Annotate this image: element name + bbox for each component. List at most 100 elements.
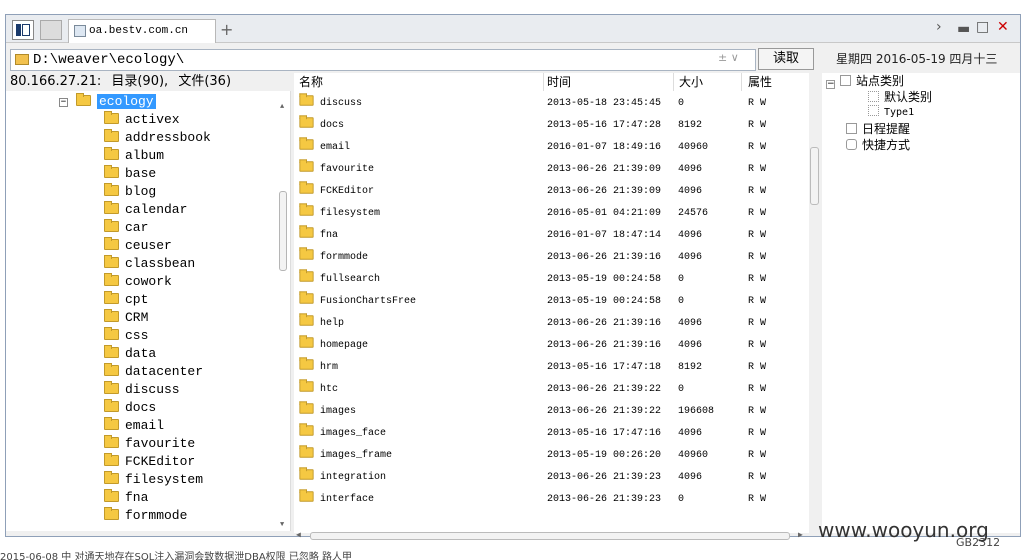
file-name: fna bbox=[299, 225, 338, 247]
file-attr: R W bbox=[748, 384, 767, 395]
file-row[interactable]: formmode 2013-06-26 21:39:16 4096 R W bbox=[294, 247, 809, 269]
tree-item[interactable]: fna bbox=[104, 489, 148, 507]
sites-label: 站点类别 bbox=[856, 74, 905, 88]
file-name-text: images_face bbox=[320, 428, 387, 439]
tree-item[interactable]: car bbox=[104, 219, 148, 237]
file-row[interactable]: fna 2016-01-07 18:47:14 4096 R W bbox=[294, 225, 809, 247]
tree-item[interactable]: base bbox=[104, 165, 156, 183]
tree-item[interactable]: addressbook bbox=[104, 129, 211, 147]
tree-item[interactable]: album bbox=[104, 147, 164, 165]
maximize-icon[interactable]: □ bbox=[976, 19, 989, 35]
tree-item[interactable]: email bbox=[104, 417, 164, 435]
chevron-right-icon[interactable]: › bbox=[936, 19, 942, 35]
file-size: 8192 bbox=[678, 120, 703, 131]
directory-tree: − ecology activex addressbook album base blo… bbox=[6, 91, 291, 531]
tree-scrollbar[interactable]: ▲ ▼ bbox=[277, 103, 289, 531]
minimize-icon[interactable]: ▬ bbox=[957, 21, 970, 37]
close-icon[interactable]: ✕ bbox=[997, 19, 1009, 35]
file-size: 40960 bbox=[678, 450, 709, 461]
tree-scroll-thumb[interactable] bbox=[279, 191, 287, 271]
tree-item[interactable]: docs bbox=[104, 399, 156, 417]
folder-icon bbox=[104, 507, 119, 520]
tree-item[interactable]: cowork bbox=[104, 273, 172, 291]
tree-item[interactable]: datacenter bbox=[104, 363, 203, 381]
default-category[interactable]: 默认类别 bbox=[868, 89, 932, 105]
col-time[interactable]: 时间 bbox=[544, 73, 674, 91]
file-row[interactable]: integration 2013-06-26 21:39:23 4096 R W bbox=[294, 467, 809, 489]
folder-icon bbox=[104, 273, 119, 286]
file-row[interactable]: htc 2013-06-26 21:39:22 0 R W bbox=[294, 379, 809, 401]
tree-item[interactable]: cpt bbox=[104, 291, 148, 309]
tree-item[interactable]: ceuser bbox=[104, 237, 172, 255]
tree-item[interactable]: calendar bbox=[104, 201, 187, 219]
tree-item[interactable]: CRM bbox=[104, 309, 148, 327]
file-row[interactable]: email 2016-01-07 18:49:16 40960 R W bbox=[294, 137, 809, 159]
path-dropdown[interactable]: ± ∨ bbox=[718, 51, 739, 64]
file-row[interactable]: help 2013-06-26 21:39:16 4096 R W bbox=[294, 313, 809, 335]
folder-icon bbox=[104, 237, 119, 250]
tree-item[interactable]: data bbox=[104, 345, 156, 363]
sites-node[interactable]: − 站点类别 bbox=[826, 73, 904, 89]
file-row[interactable]: FusionChartsFree 2013-05-19 00:24:58 0 R W bbox=[294, 291, 809, 313]
file-row[interactable]: fullsearch 2013-05-19 00:24:58 0 R W bbox=[294, 269, 809, 291]
tree-item[interactable]: formmode bbox=[104, 507, 187, 525]
list-vertical-scrollbar[interactable] bbox=[809, 73, 819, 533]
folder-icon bbox=[104, 399, 119, 412]
file-name-text: hrm bbox=[320, 362, 339, 373]
file-row[interactable]: filesystem 2016-05-01 04:21:09 24576 R W bbox=[294, 203, 809, 225]
file-row[interactable]: hrm 2013-05-16 17:47:18 8192 R W bbox=[294, 357, 809, 379]
tree-item[interactable]: classbean bbox=[104, 255, 195, 273]
tab-title: oa.bestv.com.cn bbox=[89, 25, 189, 37]
file-row[interactable]: discuss 2013-05-18 23:45:45 0 R W bbox=[294, 93, 809, 115]
file-size: 4096 bbox=[678, 472, 703, 483]
col-attr[interactable]: 属性 bbox=[742, 73, 809, 91]
tree-item[interactable]: blog bbox=[104, 183, 156, 201]
col-name[interactable]: 名称 bbox=[294, 73, 544, 91]
tree-item[interactable]: discuss bbox=[104, 381, 180, 399]
file-row[interactable]: images_frame 2013-05-19 00:26:20 40960 R W bbox=[294, 445, 809, 467]
read-button[interactable]: 读取 bbox=[758, 48, 814, 70]
panel-toggle-icon[interactable] bbox=[12, 20, 34, 40]
file-time: 2013-06-26 21:39:23 bbox=[547, 494, 662, 505]
tree-item[interactable]: activex bbox=[104, 111, 180, 129]
file-row[interactable]: images 2013-06-26 21:39:22 196608 R W bbox=[294, 401, 809, 423]
collapse-icon[interactable]: − bbox=[826, 80, 835, 89]
page-icon[interactable] bbox=[40, 20, 62, 40]
file-row[interactable]: images_face 2013-05-16 17:47:16 4096 R W bbox=[294, 423, 809, 445]
file-attr: R W bbox=[748, 230, 767, 241]
file-size: 4096 bbox=[678, 428, 703, 439]
file-row[interactable]: FCKEditor 2013-06-26 21:39:09 4096 R W bbox=[294, 181, 809, 203]
col-size[interactable]: 大小 bbox=[674, 73, 742, 91]
file-name: email bbox=[299, 137, 350, 159]
list-horizontal-scrollbar[interactable]: ◀ ▶ bbox=[294, 531, 808, 541]
horizontal-scroll-thumb[interactable] bbox=[310, 532, 790, 540]
file-name-text: email bbox=[320, 142, 351, 153]
tree-item[interactable]: favourite bbox=[104, 435, 195, 453]
list-scroll-thumb[interactable] bbox=[810, 147, 819, 205]
file-row[interactable]: docs 2013-05-16 17:47:28 8192 R W bbox=[294, 115, 809, 137]
folder-icon bbox=[299, 423, 314, 436]
tree-item[interactable]: FCKEditor bbox=[104, 453, 195, 471]
tree-item[interactable]: css bbox=[104, 327, 148, 345]
file-size: 4096 bbox=[678, 318, 703, 329]
file-time: 2013-06-26 21:39:16 bbox=[547, 318, 662, 329]
calendar-icon bbox=[846, 123, 857, 134]
new-tab-button[interactable]: + bbox=[220, 20, 233, 39]
shortcut-node[interactable]: 快捷方式 bbox=[846, 137, 910, 153]
type1-category[interactable]: Type1 bbox=[868, 105, 914, 121]
tree-root[interactable]: ecology bbox=[76, 93, 156, 111]
reminder-node[interactable]: 日程提醒 bbox=[846, 121, 910, 137]
tab-current[interactable]: oa.bestv.com.cn bbox=[68, 19, 216, 43]
file-row[interactable]: favourite 2013-06-26 21:39:09 4096 R W bbox=[294, 159, 809, 181]
file-row[interactable]: homepage 2013-06-26 21:39:16 4096 R W bbox=[294, 335, 809, 357]
file-name: FCKEditor bbox=[299, 181, 374, 203]
file-name-text: docs bbox=[320, 120, 345, 131]
folder-icon bbox=[299, 313, 314, 326]
collapse-icon[interactable]: − bbox=[59, 98, 68, 107]
tree-item-label: data bbox=[125, 346, 157, 361]
file-row[interactable]: interface 2013-06-26 21:39:23 0 R W bbox=[294, 489, 809, 511]
tree-item[interactable]: filesystem bbox=[104, 471, 203, 489]
file-time: 2013-05-16 17:47:28 bbox=[547, 120, 662, 131]
page-tab-icon bbox=[74, 25, 86, 37]
path-field[interactable]: D:\weaver\ecology\ bbox=[10, 49, 756, 71]
